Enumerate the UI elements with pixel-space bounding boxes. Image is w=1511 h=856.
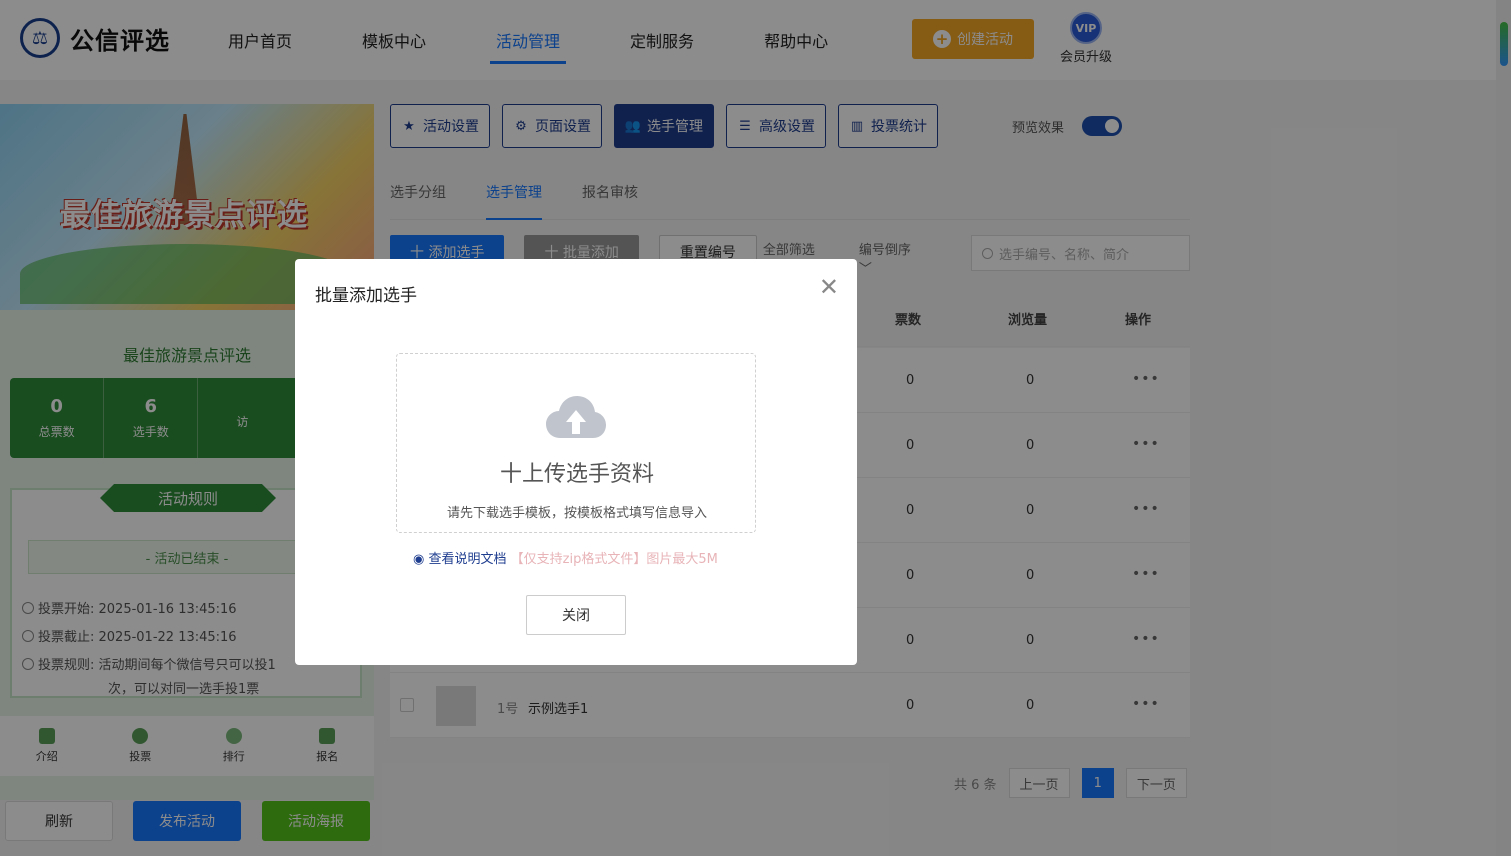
- view-doc-link[interactable]: 查看说明文档: [428, 552, 506, 567]
- cloud-upload-icon: [546, 396, 606, 438]
- close-icon[interactable]: ✕: [819, 275, 839, 299]
- eye-icon: ◉: [413, 552, 425, 567]
- upload-dropzone[interactable]: 十上传选手资料 请先下载选手模板，按模板格式填写信息导入: [396, 353, 756, 533]
- format-note: 【仅支持zip格式文件】图片最大5M: [510, 552, 718, 567]
- batch-add-modal: 批量添加选手 ✕ 十上传选手资料 请先下载选手模板，按模板格式填写信息导入 ◉ …: [295, 259, 857, 665]
- upload-title: 十上传选手资料: [499, 462, 654, 487]
- modal-title: 批量添加选手: [315, 286, 417, 306]
- close-button[interactable]: 关闭: [526, 595, 626, 635]
- upload-hint: 请先下载选手模板，按模板格式填写信息导入: [446, 506, 707, 521]
- doc-line: ◉ 查看说明文档 【仅支持zip格式文件】图片最大5M: [413, 548, 718, 567]
